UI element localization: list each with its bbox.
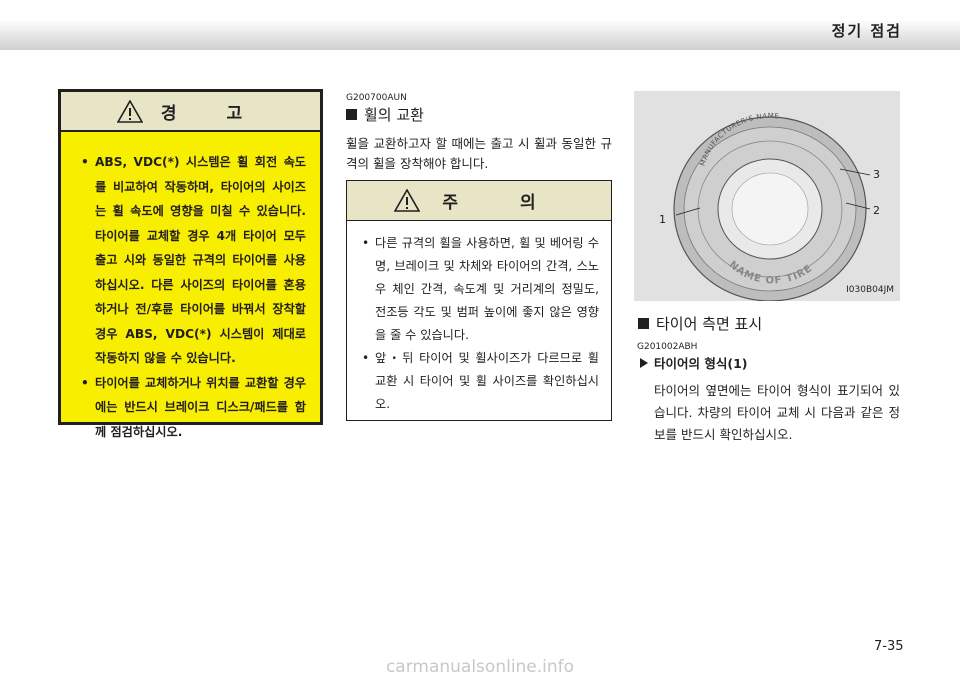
- caution-item: 다른 규격의 휠을 사용하면, 휠 및 베어링 수명, 브레이크 및 차체와 타…: [355, 232, 599, 347]
- warning-header: 경 고: [61, 92, 320, 132]
- page-header-title: 정기 점검: [831, 22, 902, 40]
- sidewall-section-body: 타이어의 옆면에는 타이어 형식이 표기되어 있습니다. 차량의 타이어 교체 …: [654, 383, 900, 442]
- callout-2: 2: [873, 204, 880, 217]
- tire-type-subtitle: 타이어의 형식(1): [640, 353, 747, 372]
- figure-id: I030B04JM: [846, 285, 894, 295]
- watermark: carmanualsonline.info: [0, 658, 960, 676]
- wheel-section-body: 휠을 교환하고자 할 때에는 출고 시 휠과 동일한 규격의 휠을 장착해야 합…: [346, 136, 612, 171]
- warning-item: 타이어를 교체하거나 위치를 교환할 경우에는 반드시 브레이크 디스크/패드를…: [75, 371, 306, 445]
- caution-list: 다른 규격의 휠을 사용하면, 휠 및 베어링 수명, 브레이크 및 차체와 타…: [347, 221, 611, 416]
- tire-illustration: MANUFACTURER'S NAME NAME OF TIRE 1 2 3: [659, 112, 880, 301]
- header-band: [0, 0, 960, 50]
- callout-1: 1: [659, 213, 666, 226]
- caution-header: 주 의: [347, 181, 611, 221]
- arrow-right-icon: [640, 357, 648, 368]
- warning-triangle-icon: [394, 189, 421, 212]
- warning-title: 경 고: [160, 103, 265, 124]
- sidewall-section-title: 타이어 측면 표시: [638, 313, 762, 334]
- warning-box: 경 고 ABS, VDC(*) 시스템은 휠 회전 속도를 비교하여 작동하며,…: [58, 89, 323, 439]
- square-bullet-icon: [346, 109, 357, 120]
- caution-box: 주 의 다른 규격의 휠을 사용하면, 휠 및 베어링 수명, 브레이크 및 차…: [346, 180, 612, 421]
- callout-3: 3: [873, 168, 880, 181]
- tire-sidewall-figure: MANUFACTURER'S NAME NAME OF TIRE 1 2 3 I…: [634, 91, 900, 301]
- wheel-section-title: 휠의 교환: [346, 104, 424, 125]
- wheel-section-code: G200700AUN: [346, 93, 407, 103]
- square-bullet-icon: [638, 318, 649, 329]
- warning-item: ABS, VDC(*) 시스템은 휠 회전 속도를 비교하여 작동하며, 타이어…: [75, 150, 306, 371]
- warning-triangle-icon: [116, 99, 143, 123]
- sidewall-section-title-text: 타이어 측면 표시: [656, 315, 763, 333]
- wheel-section-title-text: 휠의 교환: [364, 106, 424, 124]
- caution-item: 앞・뒤 타이어 및 휠사이즈가 다르므로 휠 교환 시 타이어 및 휠 사이즈를…: [355, 347, 599, 416]
- warning-list: ABS, VDC(*) 시스템은 휠 회전 속도를 비교하여 작동하며, 타이어…: [61, 132, 320, 444]
- caution-title: 주 의: [442, 193, 564, 213]
- sidewall-section-code: G201002ABH: [637, 342, 698, 352]
- tire-type-subtitle-text: 타이어의 형식(1): [654, 356, 748, 371]
- page-number: 7-35: [874, 639, 904, 654]
